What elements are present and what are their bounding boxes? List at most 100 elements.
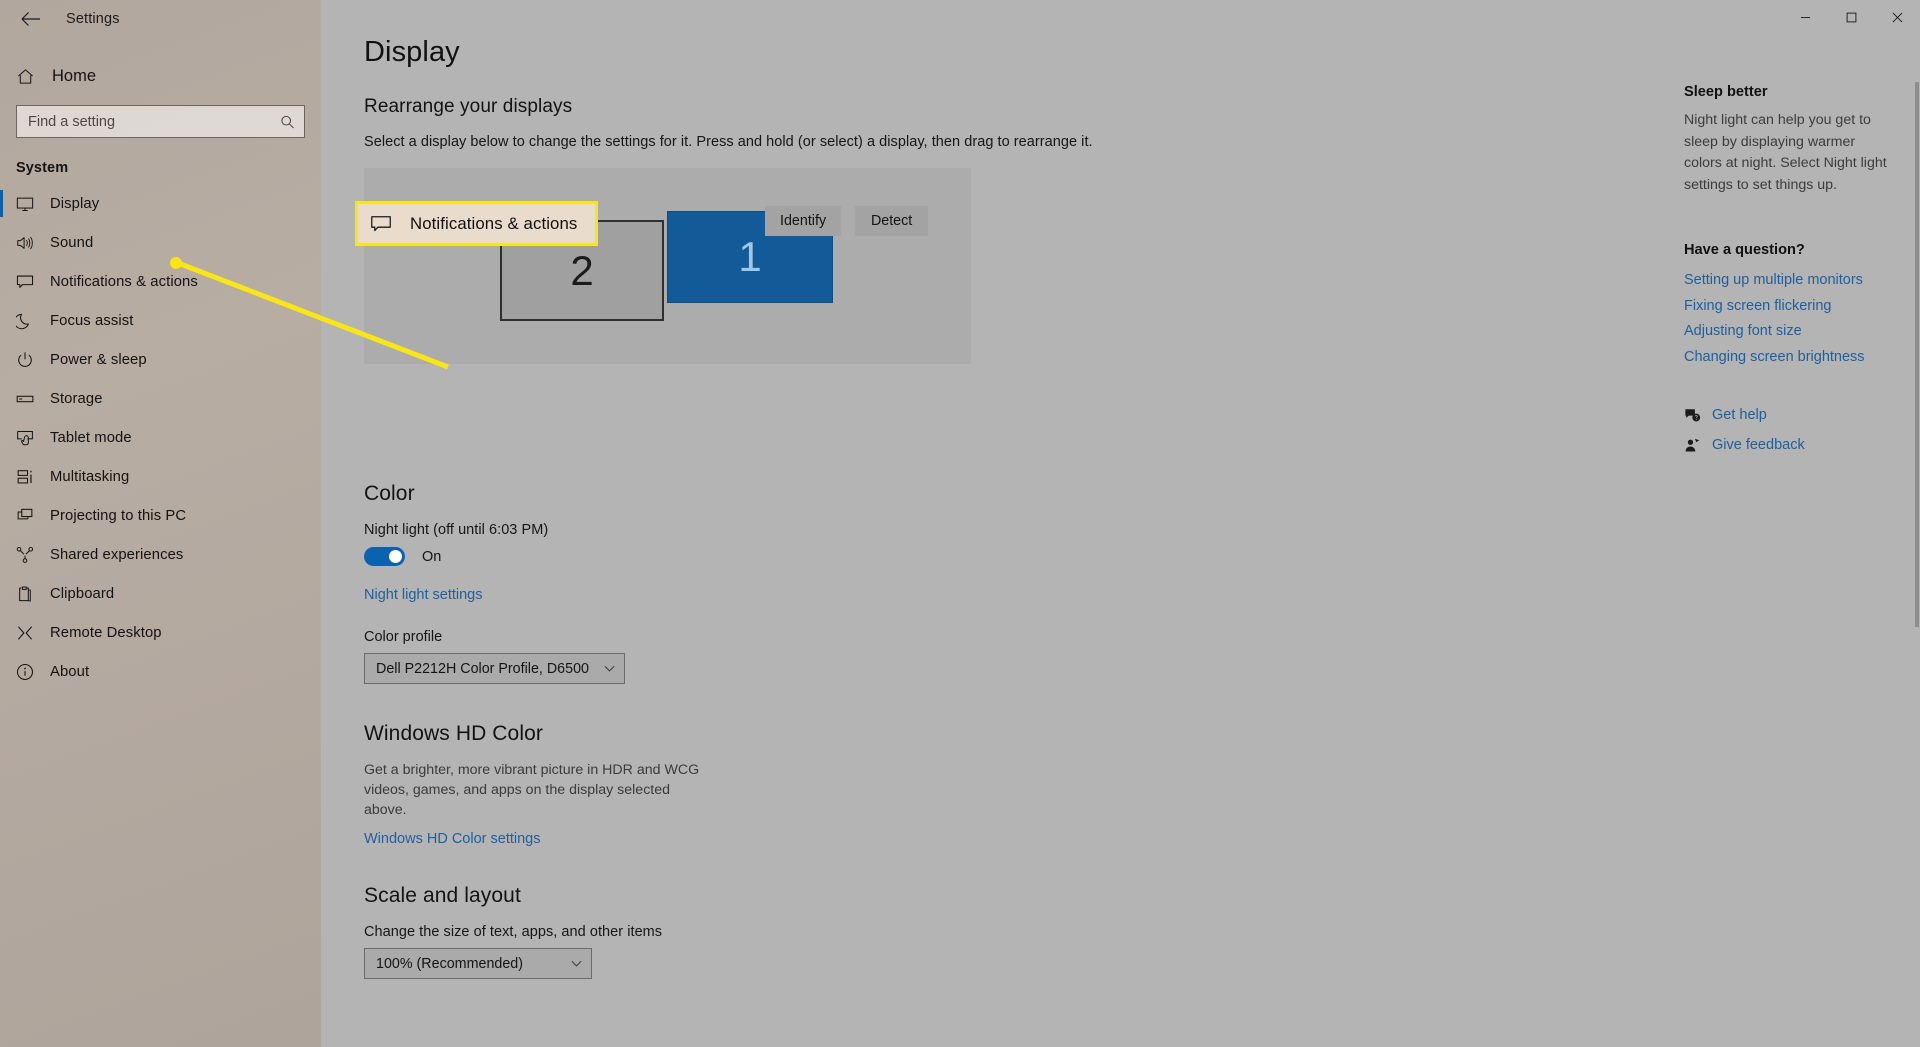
feedback-icon: [1684, 437, 1712, 454]
info-icon: [16, 663, 46, 681]
maximize-button[interactable]: [1828, 0, 1874, 34]
moon-icon: [16, 312, 46, 330]
hd-color-section: Windows HD Color Get a brighter, more vi…: [364, 722, 1341, 848]
sidebar-item-label: About: [50, 663, 90, 680]
search-box[interactable]: [16, 105, 305, 138]
search-container: [0, 97, 321, 138]
right-section1-title: Sleep better: [1684, 84, 1768, 100]
night-light-toggle[interactable]: [364, 547, 405, 566]
search-icon[interactable]: [280, 114, 295, 129]
search-input[interactable]: [17, 106, 304, 137]
identify-button[interactable]: Identify: [765, 206, 842, 236]
content-column: Display Rearrange your displays Select a…: [321, 36, 1341, 979]
settings-window: Settings Home System: [0, 0, 1920, 1047]
right-icon-links: Get help Give feedback: [1684, 407, 1896, 454]
sidebar-item-tablet-mode[interactable]: Tablet mode: [0, 418, 321, 457]
title-bar: Settings: [0, 0, 321, 38]
notification-icon: [16, 273, 46, 291]
sidebar-item-display[interactable]: Display: [0, 184, 321, 223]
home-label: Home: [52, 66, 97, 85]
sidebar-item-home[interactable]: Home: [0, 55, 321, 97]
night-light-settings-link[interactable]: Night light settings: [364, 587, 482, 603]
multitasking-icon: [16, 468, 46, 486]
scale-label: Change the size of text, apps, and other…: [364, 924, 663, 940]
sidebar-item-shared-experiences[interactable]: Shared experiences: [0, 535, 321, 574]
color-profile-dropdown[interactable]: Dell P2212H Color Profile, D6500: [364, 653, 625, 684]
tablet-icon: [16, 429, 46, 447]
sidebar-item-multitasking[interactable]: Multitasking: [0, 457, 321, 496]
sidebar-item-label: Remote Desktop: [50, 624, 162, 641]
back-arrow-icon: [21, 12, 40, 26]
sidebar-item-notifications-and-actions[interactable]: Notifications & actions: [0, 262, 321, 301]
sidebar-item-storage[interactable]: Storage: [0, 379, 321, 418]
scale-heading: Scale and layout: [364, 884, 521, 907]
sidebar-item-label: Projecting to this PC: [50, 507, 187, 524]
hd-color-description: Get a brighter, more vibrant picture in …: [364, 762, 700, 818]
speaker-icon: [16, 234, 46, 252]
right-section2-title: Have a question?: [1684, 242, 1805, 258]
rearrange-description: Select a display below to change the set…: [364, 134, 1093, 150]
chevron-down-icon: [570, 957, 583, 970]
back-button[interactable]: [8, 3, 54, 35]
color-heading: Color: [364, 482, 415, 505]
help-link-multiple-monitors[interactable]: Setting up multiple monitors: [1684, 272, 1896, 288]
minimize-button[interactable]: [1782, 0, 1828, 34]
sidebar-item-clipboard[interactable]: Clipboard: [0, 574, 321, 613]
get-help-label: Get help: [1712, 407, 1767, 423]
sidebar-item-label: Display: [50, 195, 100, 212]
sidebar-item-sound[interactable]: Sound: [0, 223, 321, 262]
display-arrangement-canvas[interactable]: 2 1: [364, 168, 971, 364]
home-icon: [16, 67, 48, 86]
hd-color-heading: Windows HD Color: [364, 722, 543, 745]
color-profile-label: Color profile: [364, 629, 443, 645]
share-icon: [16, 546, 46, 564]
night-light-toggle-row: On: [364, 547, 1341, 566]
sidebar-item-label: Multitasking: [50, 468, 130, 485]
remote-desktop-icon: [16, 624, 46, 642]
sidebar-item-label: Sound: [50, 234, 94, 251]
sidebar-group-label: System: [16, 160, 69, 176]
sidebar-item-remote-desktop[interactable]: Remote Desktop: [0, 613, 321, 652]
close-button[interactable]: [1874, 0, 1920, 34]
main-content: Display Rearrange your displays Select a…: [321, 0, 1920, 1047]
hd-color-settings-link[interactable]: Windows HD Color settings: [364, 831, 540, 847]
night-light-label: Night light (off until 6:03 PM): [364, 522, 549, 538]
main-scrollbar[interactable]: [1914, 36, 1920, 1047]
sidebar-item-focus-assist[interactable]: Focus assist: [0, 301, 321, 340]
night-light-toggle-state: On: [422, 548, 442, 565]
sidebar-item-projecting-to-this-pc[interactable]: Projecting to this PC: [0, 496, 321, 535]
get-help-button[interactable]: Get help: [1684, 407, 1896, 424]
chevron-down-icon: [603, 662, 616, 675]
storage-icon: [16, 390, 46, 408]
page-title: Display: [364, 36, 460, 68]
help-link-screen-brightness[interactable]: Changing screen brightness: [1684, 349, 1896, 365]
color-section: Color Night light (off until 6:03 PM) On…: [364, 482, 1341, 684]
scrollbar-thumb[interactable]: [1915, 82, 1919, 627]
notification-icon: [370, 213, 392, 235]
scale-value: 100% (Recommended): [376, 955, 524, 972]
projecting-icon: [16, 507, 46, 525]
help-icon: [1684, 407, 1712, 424]
scale-layout-section: Scale and layout Change the size of text…: [364, 884, 1341, 979]
sidebar-item-power-and-sleep[interactable]: Power & sleep: [0, 340, 321, 379]
display-buttons: Identify Detect: [765, 206, 929, 236]
power-icon: [16, 351, 46, 369]
help-link-font-size[interactable]: Adjusting font size: [1684, 323, 1896, 339]
clipboard-icon: [16, 585, 46, 603]
monitor-icon: [16, 195, 46, 213]
detect-button[interactable]: Detect: [855, 206, 929, 236]
right-links: Setting up multiple monitors Fixing scre…: [1684, 272, 1896, 365]
sidebar-item-label: Tablet mode: [50, 429, 132, 446]
toggle-knob: [389, 550, 402, 563]
window-controls: [1782, 0, 1920, 34]
right-panel: Sleep better Night light can help you ge…: [1660, 0, 1920, 1047]
scale-dropdown[interactable]: 100% (Recommended): [364, 948, 592, 979]
sidebar-item-label: Shared experiences: [50, 546, 184, 563]
sidebar-item-about[interactable]: About: [0, 652, 321, 691]
left-sidebar: Settings Home System: [0, 0, 321, 1047]
color-profile-value: Dell P2212H Color Profile, D6500: [376, 660, 589, 677]
annotation-callout-label: Notifications & actions: [410, 213, 578, 233]
rearrange-heading: Rearrange your displays: [364, 96, 573, 117]
help-link-screen-flickering[interactable]: Fixing screen flickering: [1684, 298, 1896, 314]
give-feedback-button[interactable]: Give feedback: [1684, 437, 1896, 454]
